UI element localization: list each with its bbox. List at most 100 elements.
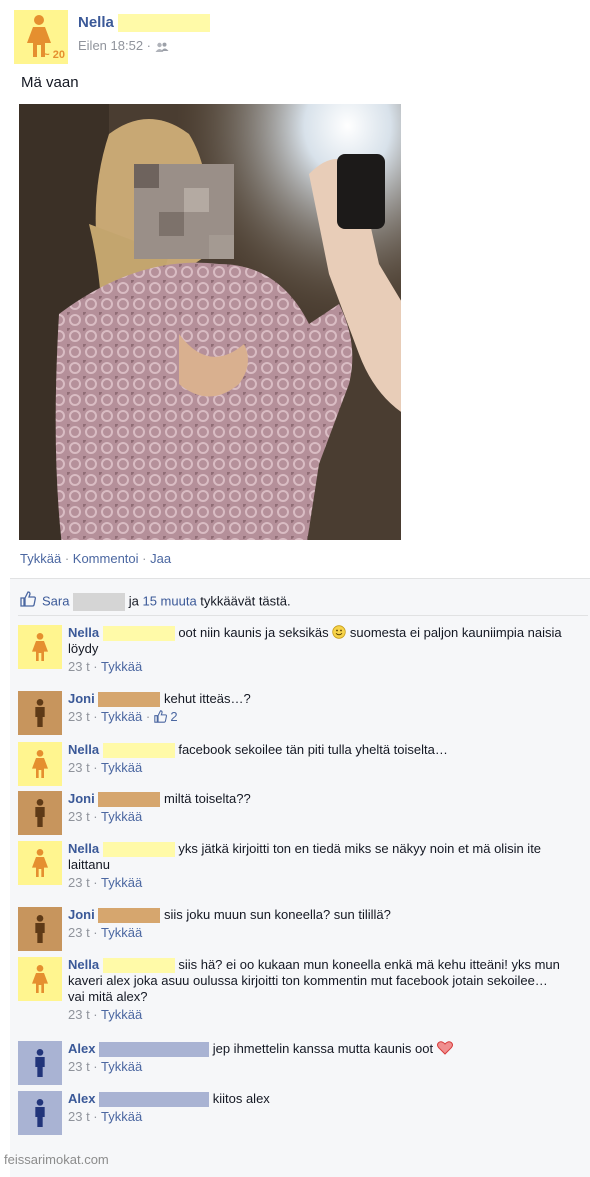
comment-meta: 23 t · Tykkää [68,925,143,941]
commenter-avatar[interactable] [18,691,62,735]
commenter-avatar[interactable] [18,841,62,885]
comment-body: Nella facebook sekoilee tän piti tulla y… [68,742,568,776]
female-figure-icon [32,849,48,877]
commenter-avatar[interactable] [18,1041,62,1085]
heart-icon [436,1041,453,1055]
post-author-name[interactable]: Nella [78,14,114,31]
likes-connector: ja [128,593,139,609]
comment-text: jep ihmettelin kanssa mutta kaunis oot [212,1041,434,1056]
comment-meta: 23 t · Tykkää · 2 [68,709,178,725]
comment-text: oot niin kaunis ja seksikäs [178,625,329,640]
male-figure-icon [35,1099,45,1127]
comment-time[interactable]: 23 t [68,1059,90,1074]
comment-body: Nella oot niin kaunis ja seksikäs suomes… [68,625,568,675]
likes-others-link[interactable]: 15 muuta [142,593,196,608]
comment-author[interactable]: Nella [68,625,99,640]
comment-time[interactable]: 23 t [68,1109,90,1124]
redacted-surname [102,958,175,974]
post-author[interactable]: Nella [78,14,211,33]
comment-author[interactable]: Joni [68,907,95,922]
post-header: ~ 20 Nella Eilen 18:52 · [14,10,574,64]
separator: · [64,551,70,566]
male-figure-icon [35,799,45,827]
commenter-avatar[interactable] [18,742,62,786]
comment-meta: 23 t · Tykkää [68,1059,143,1075]
comment-like-link[interactable]: Tykkää [101,809,142,824]
comment-time[interactable]: 23 t [68,659,90,674]
comment-time[interactable]: 23 t [68,875,90,890]
age-badge: ~ 20 [43,49,65,61]
comments-section: Sara ja 15 muuta tykkäävät tästä. Nella … [10,578,590,1177]
comment-meta: 23 t · Tykkää [68,659,143,675]
comment-like-link[interactable]: Tykkää [101,1059,142,1074]
post-actions: Tykkää · Kommentoi · Jaa [20,551,171,566]
likes-summary: Sara ja 15 muuta tykkäävät tästä. [20,591,590,617]
male-figure-icon [35,915,45,943]
post-meta: Eilen 18:52 · [78,38,169,53]
post-photo[interactable] [19,104,401,540]
comment-time[interactable]: 23 t [68,709,90,724]
comment-author[interactable]: Joni [68,691,95,706]
like-post-link[interactable]: Tykkää [20,551,61,566]
post-time[interactable]: Eilen 18:52 · [78,38,151,53]
comment-author[interactable]: Alex [68,1041,95,1056]
comment-body: Alex jep ihmettelin kanssa mutta kaunis … [68,1041,568,1075]
comment-time[interactable]: 23 t [68,925,90,940]
redacted-surname [99,1042,210,1058]
comment-text: siis joku muun sun koneella? sun tilillä… [163,907,391,922]
male-figure-icon [35,1049,45,1077]
female-figure-icon [32,633,48,661]
comment-like-link[interactable]: Tykkää [101,925,142,940]
redacted-surname [118,14,211,33]
commenter-avatar[interactable] [18,791,62,835]
female-figure-icon [32,750,48,778]
comment-post-link[interactable]: Kommentoi [73,551,139,566]
commenter-avatar[interactable] [18,957,62,1001]
comment-text: facebook sekoilee tän piti tulla yheltä … [178,742,448,757]
comment-author[interactable]: Alex [68,1091,95,1106]
friends-icon[interactable] [155,42,169,52]
post-text: Mä vaan [21,74,79,91]
comment-meta: 23 t · Tykkää [68,809,143,825]
commenter-avatar[interactable] [18,1091,62,1135]
comment-like-link[interactable]: Tykkää [101,875,142,890]
liker-name[interactable]: Sara [42,593,69,608]
divider [18,615,588,616]
male-figure-icon [35,699,45,727]
comment-meta: 23 t · Tykkää [68,1007,143,1023]
share-post-link[interactable]: Jaa [150,551,171,566]
comment-body: Joni kehut itteäs…? 23 t · Tykkää · 2 [68,691,568,725]
comment-body: Joni siis joku muun sun koneella? sun ti… [68,907,568,941]
selfie-illustration [19,104,401,540]
redacted-surname [102,842,175,858]
comment-time[interactable]: 23 t [68,1007,90,1022]
comment-text: kehut itteäs…? [163,691,251,706]
author-avatar[interactable]: ~ 20 [14,10,68,64]
comment-like-link[interactable]: Tykkää [101,1109,142,1124]
redacted-surname [102,743,175,759]
redacted-surname [98,908,161,924]
comment-author[interactable]: Joni [68,791,95,806]
comment-meta: 23 t · Tykkää [68,875,143,891]
comment-body: Nella yks jätkä kirjoitti ton en tiedä m… [68,841,568,891]
thumbs-up-icon [154,710,167,723]
comment-time[interactable]: 23 t [68,809,90,824]
comment-body: Alex kiitos alex 23 t · Tykkää [68,1091,568,1125]
comment-like-link[interactable]: Tykkää [101,709,142,724]
comment-like-link[interactable]: Tykkää [101,659,142,674]
thumbs-up-icon[interactable] [20,591,36,607]
comment-meta: 23 t · Tykkää [68,1109,143,1125]
commenter-avatar[interactable] [18,907,62,951]
comment-like-link[interactable]: Tykkää [101,1007,142,1022]
comment-like-link[interactable]: Tykkää [101,760,142,775]
comment-like-count[interactable]: 2 [170,709,177,724]
comment-text: miltä toiselta?? [163,791,251,806]
commenter-avatar[interactable] [18,625,62,669]
smiley-icon [332,625,346,639]
comment-author[interactable]: Nella [68,957,99,972]
comment-body: Nella siis hä? ei oo kukaan mun koneella… [68,957,568,1023]
comment-time[interactable]: 23 t [68,760,90,775]
comment-author[interactable]: Nella [68,742,99,757]
redacted-surname [98,692,161,708]
comment-author[interactable]: Nella [68,841,99,856]
